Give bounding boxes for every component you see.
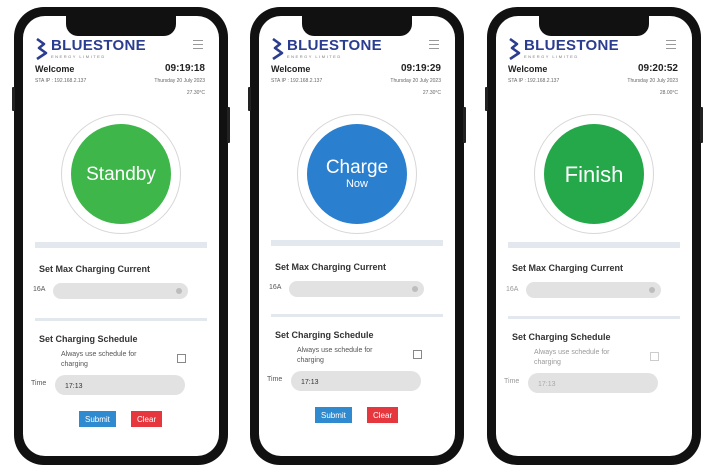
app-screen: BLUESTONE ENERGY LIMITED Welcome 09:20:5…: [496, 16, 692, 456]
slider-knob[interactable]: [412, 286, 418, 292]
current-title: Set Max Charging Current: [512, 263, 624, 273]
temperature: 27.30°C: [422, 90, 441, 96]
sta-ip: STA IP : 192.168.2.137: [508, 78, 560, 84]
menu-icon[interactable]: [193, 40, 203, 52]
temperature: 27.30°C: [186, 90, 205, 96]
brand-logo: BLUESTONE ENERGY LIMITED: [508, 38, 619, 64]
clear-button[interactable]: Clear: [367, 407, 399, 423]
divider: [35, 242, 207, 248]
welcome-text: Welcome: [271, 64, 311, 74]
status-ring: Charge Now: [297, 114, 417, 234]
divider: [508, 316, 680, 319]
time-label: Time: [504, 378, 520, 385]
submit-button[interactable]: Submit: [315, 407, 352, 423]
current-value: 16A: [269, 284, 282, 291]
time-input[interactable]: [291, 372, 421, 393]
status-label: Charge: [325, 157, 389, 178]
bluestone-logo-icon: [36, 38, 48, 60]
slider-knob[interactable]: [649, 287, 655, 293]
volume-button: [485, 87, 488, 111]
schedule-checkbox-label: Always use schedule for charging: [61, 351, 137, 368]
clock-time: 09:19:29: [400, 63, 441, 74]
time-field[interactable]: [291, 371, 421, 393]
current-slider[interactable]: [289, 281, 424, 297]
volume-button: [12, 87, 15, 111]
notch: [302, 16, 412, 36]
status-ring: Finish: [534, 114, 654, 234]
current-title: Set Max Charging Current: [39, 264, 151, 274]
status-label: Standby: [86, 163, 156, 185]
brand-logo: BLUESTONE ENERGY LIMITED: [35, 38, 146, 64]
schedule-checkbox-label: Always use schedule for charging: [534, 349, 610, 366]
date-text: Thursday 20 July 2023: [390, 78, 441, 84]
status-button[interactable]: Charge Now: [307, 124, 407, 224]
status-sublabel: Now: [345, 178, 368, 190]
power-button: [463, 107, 466, 143]
volume-button: [248, 87, 251, 111]
sta-ip: STA IP : 192.168.2.137: [271, 78, 323, 84]
notch: [66, 16, 176, 36]
brand-name: BLUESTONE: [51, 37, 146, 54]
brand-tagline: ENERGY LIMITED: [51, 54, 106, 59]
clock-time: 09:20:52: [637, 63, 678, 74]
bluestone-logo-icon: [509, 38, 521, 60]
date-text: Thursday 20 July 2023: [627, 78, 678, 84]
current-slider[interactable]: [526, 282, 661, 298]
schedule-checkbox[interactable]: [177, 354, 186, 363]
sta-ip: STA IP : 192.168.2.137: [35, 78, 87, 84]
welcome-text: Welcome: [508, 64, 548, 74]
time-input[interactable]: [528, 374, 658, 395]
schedule-title: Set Charging Schedule: [275, 330, 374, 340]
status-button[interactable]: Finish: [544, 124, 644, 224]
phone-charge-now: BLUESTONE ENERGY LIMITED Welcome 09:19:2…: [248, 7, 466, 465]
schedule-title: Set Charging Schedule: [39, 334, 138, 344]
current-title: Set Max Charging Current: [275, 262, 387, 272]
date-text: Thursday 20 July 2023: [154, 78, 205, 84]
welcome-text: Welcome: [35, 64, 75, 74]
current-value: 16A: [506, 286, 519, 293]
schedule-checkbox-label: Always use schedule for charging: [297, 347, 373, 364]
notch: [539, 16, 649, 36]
divider: [271, 240, 443, 246]
submit-button[interactable]: Submit: [79, 411, 116, 427]
schedule-checkbox[interactable]: [650, 352, 659, 361]
current-value: 16A: [33, 286, 46, 293]
status-ring: Standby: [61, 114, 181, 234]
clock-time: 09:19:18: [164, 63, 205, 74]
time-input[interactable]: [55, 376, 185, 397]
phone-finish: BLUESTONE ENERGY LIMITED Welcome 09:20:5…: [485, 7, 703, 465]
status-label: Finish: [564, 161, 624, 187]
current-slider[interactable]: [53, 283, 188, 299]
power-button: [227, 107, 230, 143]
phone-standby: BLUESTONE ENERGY LIMITED Welcome 09:19:1…: [12, 7, 230, 465]
schedule-checkbox[interactable]: [413, 350, 422, 359]
app-screen: BLUESTONE ENERGY LIMITED Welcome 09:19:2…: [259, 16, 455, 456]
menu-icon[interactable]: [429, 40, 439, 52]
brand-tagline: ENERGY LIMITED: [524, 54, 579, 59]
time-field[interactable]: [55, 375, 185, 397]
divider: [35, 318, 207, 321]
status-button[interactable]: Standby: [71, 124, 171, 224]
schedule-title: Set Charging Schedule: [512, 332, 611, 342]
brand-logo: BLUESTONE ENERGY LIMITED: [271, 38, 382, 64]
temperature: 28.00°C: [659, 90, 678, 96]
brand-name: BLUESTONE: [524, 37, 619, 54]
power-button: [700, 107, 703, 143]
menu-icon[interactable]: [666, 40, 676, 52]
bluestone-logo-icon: [272, 38, 284, 60]
clear-button[interactable]: Clear: [131, 411, 163, 427]
divider: [271, 314, 443, 317]
time-field[interactable]: [528, 373, 658, 395]
time-label: Time: [31, 380, 47, 387]
time-label: Time: [267, 376, 283, 383]
brand-tagline: ENERGY LIMITED: [287, 54, 342, 59]
divider: [508, 242, 680, 248]
app-screen: BLUESTONE ENERGY LIMITED Welcome 09:19:1…: [23, 16, 219, 456]
slider-knob[interactable]: [176, 288, 182, 294]
brand-name: BLUESTONE: [287, 37, 382, 54]
